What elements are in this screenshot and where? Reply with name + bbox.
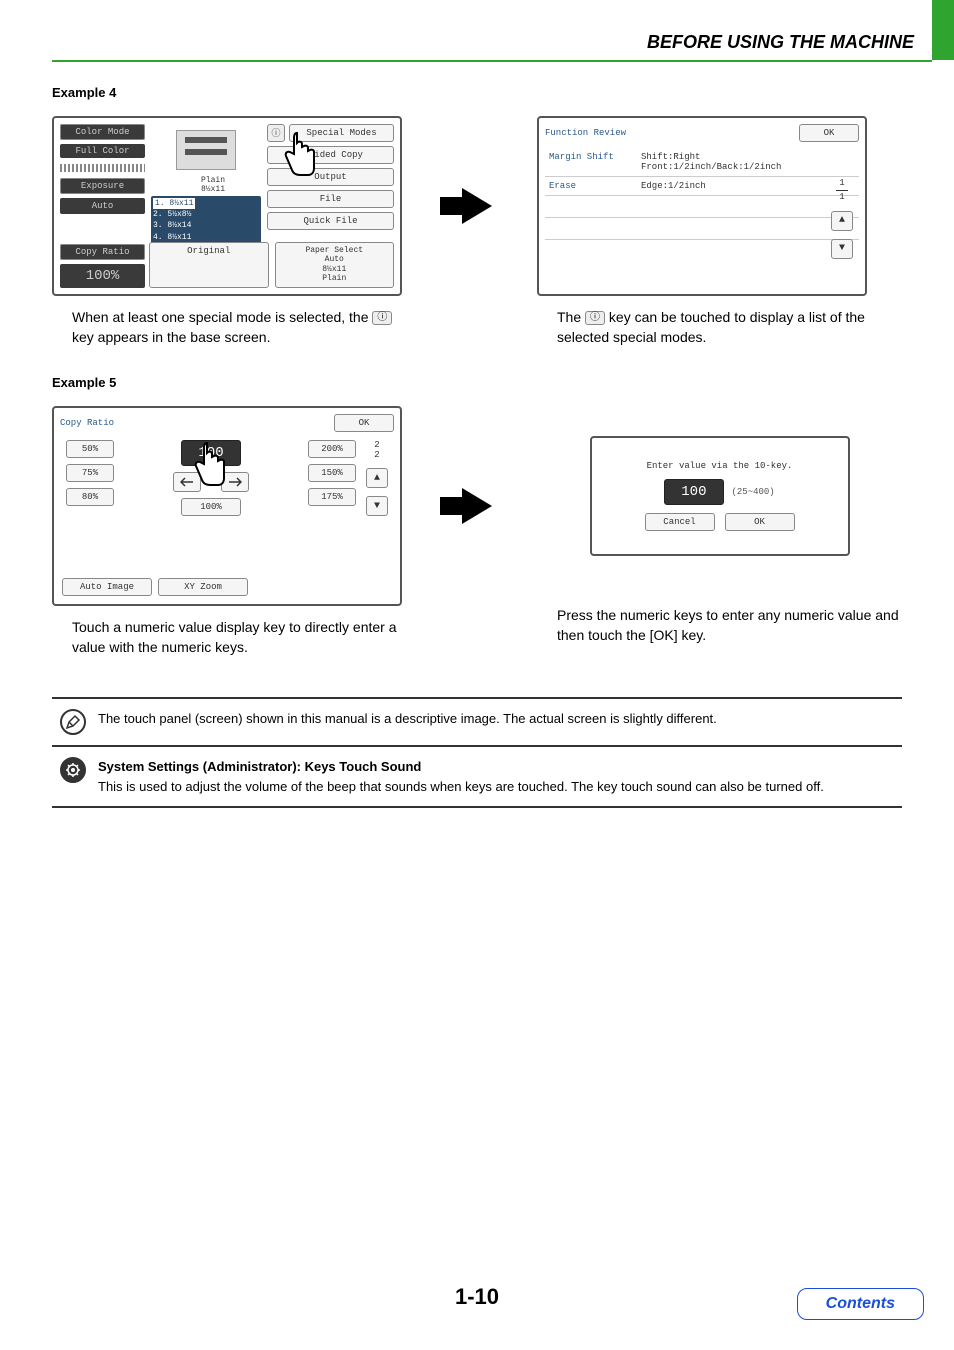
auto-image-button[interactable]: Auto Image xyxy=(62,578,152,596)
copy-ratio-button[interactable]: Copy Ratio xyxy=(60,244,145,260)
page-indicator: 1 1 xyxy=(836,178,848,203)
output-button[interactable]: Output xyxy=(267,168,394,186)
copy-base-screen-panel: Color Mode Full Color Exposure Auto Copy… xyxy=(52,116,402,296)
copy-ratio-panel: Copy Ratio OK 50% 75% 80% 100 xyxy=(52,406,402,606)
exposure-button[interactable]: Exposure xyxy=(60,178,145,194)
ratio-75-button[interactable]: 75% xyxy=(66,464,114,482)
ok-button[interactable]: OK xyxy=(725,513,795,531)
header-green-tab xyxy=(932,0,954,60)
gear-icon xyxy=(60,757,86,783)
copy-ratio-title: Copy Ratio xyxy=(60,418,114,428)
full-color-label: Full Color xyxy=(60,144,145,158)
ratio-80-button[interactable]: 80% xyxy=(66,488,114,506)
entry-hint: Enter value via the 10-key. xyxy=(647,461,793,471)
tray-4[interactable]: 4. 8½x11 xyxy=(153,233,191,242)
copy-ratio-value: 100% xyxy=(60,264,145,288)
arrow-right-icon xyxy=(462,188,492,224)
page-header-title: BEFORE USING THE MACHINE xyxy=(647,32,914,53)
numeric-entry-panel: Enter value via the 10-key. 100 (25~400)… xyxy=(590,436,850,556)
file-button[interactable]: File xyxy=(267,190,394,208)
contents-link[interactable]: Contents xyxy=(797,1288,924,1320)
paper-select-button[interactable]: Paper Select Auto 8½x11 Plain xyxy=(275,242,395,288)
ratio-150-button[interactable]: 150% xyxy=(308,464,356,482)
arrow-right-icon xyxy=(462,488,492,524)
color-mode-button[interactable]: Color Mode xyxy=(60,124,145,140)
note-settings-body: This is used to adjust the volume of the… xyxy=(98,777,824,797)
ok-button[interactable]: OK xyxy=(799,124,859,142)
ratio-200-button[interactable]: 200% xyxy=(308,440,356,458)
function-review-panel: Function Review OK Margin Shift Shift:Ri… xyxy=(537,116,867,296)
tray-2[interactable]: 2. 5½x8½ xyxy=(153,210,191,219)
exposure-auto-label: Auto xyxy=(60,198,145,214)
cancel-button[interactable]: Cancel xyxy=(645,513,715,531)
example5-heading: Example 5 xyxy=(52,375,902,390)
two-sided-copy-button[interactable]: 2-Sided Copy xyxy=(267,146,394,164)
entry-display[interactable]: 100 xyxy=(664,479,723,505)
ratio-50-button[interactable]: 50% xyxy=(66,440,114,458)
margin-shift-label: Margin Shift xyxy=(549,152,629,172)
margin-shift-val2: Front:1/2inch/Back:1/2inch xyxy=(641,162,781,172)
preview-thumbnail xyxy=(176,130,236,170)
original-button[interactable]: Original xyxy=(149,242,269,288)
plain-label: Plain 8½x11 xyxy=(201,176,225,194)
example5-caption-left: Touch a numeric value display key to dir… xyxy=(52,618,417,657)
pencil-icon xyxy=(60,709,86,735)
dots-decor xyxy=(60,164,145,172)
empty-row-2 xyxy=(545,218,859,240)
margin-shift-row: Margin Shift Shift:Right Front:1/2inch/B… xyxy=(545,148,859,177)
info-icon: ⓘ xyxy=(585,311,605,325)
erase-val: Edge:1/2inch xyxy=(641,181,706,191)
example4-caption-right: The ⓘ key can be touched to display a li… xyxy=(537,308,902,347)
quick-file-button[interactable]: Quick File xyxy=(267,212,394,230)
erase-row: Erase Edge:1/2inch xyxy=(545,177,859,196)
note-info: The touch panel (screen) shown in this m… xyxy=(52,697,902,747)
example5-caption-right: Press the numeric keys to enter any nume… xyxy=(537,606,902,645)
zoom-out-button[interactable] xyxy=(173,472,201,492)
scroll-up-button[interactable]: ▲ xyxy=(366,468,388,488)
empty-row-1 xyxy=(545,196,859,218)
xy-zoom-button[interactable]: XY Zoom xyxy=(158,578,248,596)
scroll-down-button[interactable]: ▼ xyxy=(831,239,853,259)
scroll-down-button[interactable]: ▼ xyxy=(366,496,388,516)
margin-shift-val1: Shift:Right xyxy=(641,152,781,162)
page-indicator: 2 2 xyxy=(374,440,379,460)
entry-range: (25~400) xyxy=(732,487,775,497)
zoom-in-button[interactable] xyxy=(221,472,249,492)
example4-caption-left: When at least one special mode is select… xyxy=(52,308,417,347)
tray-3[interactable]: 3. 8½x14 xyxy=(153,221,191,230)
ratio-175-button[interactable]: 175% xyxy=(308,488,356,506)
note-info-text: The touch panel (screen) shown in this m… xyxy=(98,709,717,729)
info-icon: ⓘ xyxy=(372,311,392,325)
header-rule xyxy=(52,60,932,62)
function-review-title: Function Review xyxy=(545,128,626,138)
special-modes-button[interactable]: Special Modes xyxy=(289,124,394,142)
ok-button[interactable]: OK xyxy=(334,414,394,432)
note-settings-title: System Settings (Administrator): Keys To… xyxy=(98,757,824,777)
erase-label: Erase xyxy=(549,181,629,191)
example4-heading: Example 4 xyxy=(52,85,902,100)
ratio-display[interactable]: 100 xyxy=(181,440,240,466)
note-system-settings: System Settings (Administrator): Keys To… xyxy=(52,747,902,808)
tray-list[interactable]: 1. 8½x11 2. 5½x8½ 3. 8½x14 4. 8½x11 xyxy=(151,196,261,245)
scroll-up-button[interactable]: ▲ xyxy=(831,211,853,231)
tray-1[interactable]: 1. 8½x11 xyxy=(153,198,195,209)
ratio-100-button[interactable]: 100% xyxy=(181,498,241,516)
info-icon-button[interactable]: ⓘ xyxy=(267,124,285,142)
